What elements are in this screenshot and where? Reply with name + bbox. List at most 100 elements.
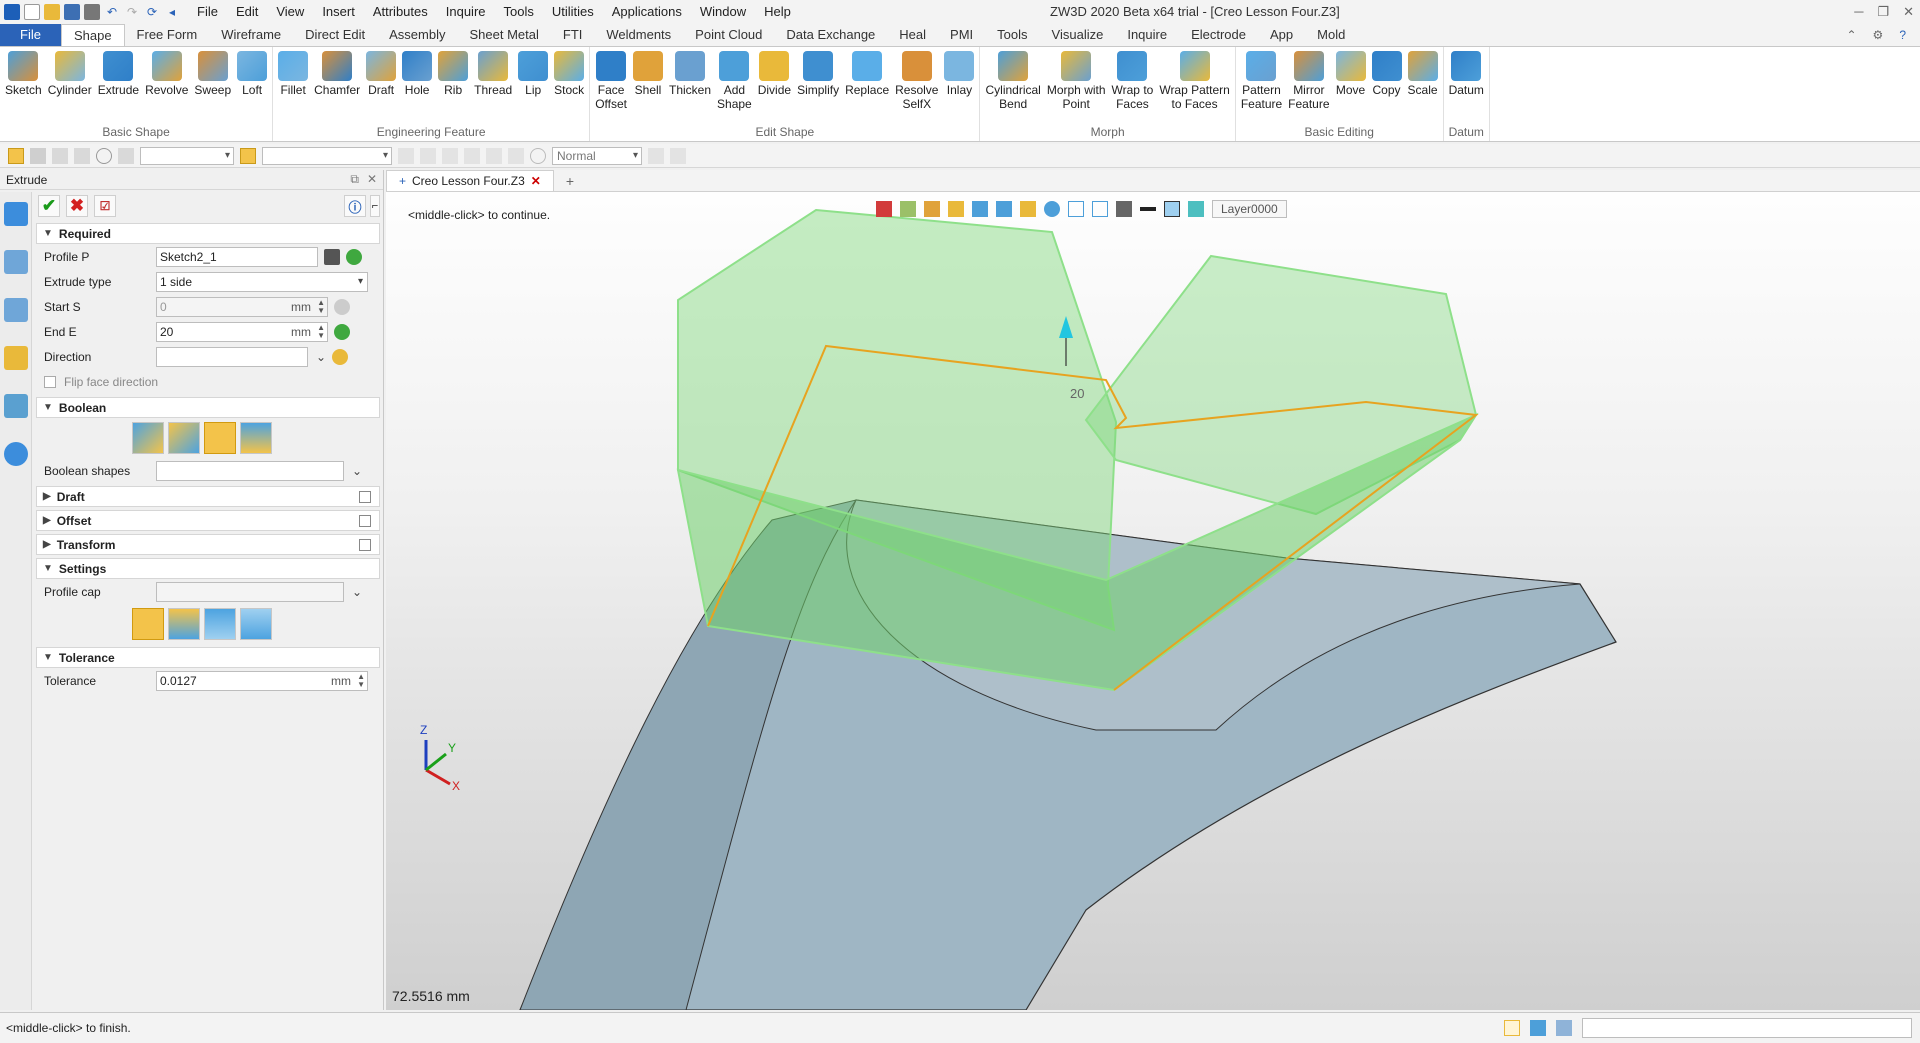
settings-gear-icon[interactable]: ⚙: [1873, 28, 1884, 42]
boolean-add-icon[interactable]: [168, 422, 200, 454]
back-arrow-icon[interactable]: ◂: [164, 4, 180, 20]
cancel-x-icon[interactable]: ✖: [66, 195, 88, 217]
open-folder-icon[interactable]: [44, 4, 60, 20]
menu-applications[interactable]: Applications: [603, 0, 691, 24]
direction-options-icon[interactable]: [332, 348, 349, 365]
tolerance-field[interactable]: 0.0127 mm ▲ ▼: [156, 670, 368, 691]
tab-electrode[interactable]: Electrode: [1179, 24, 1258, 46]
tab-sheet-metal[interactable]: Sheet Metal: [458, 24, 551, 46]
flip-checkbox[interactable]: [44, 375, 56, 388]
tab-visualize[interactable]: Visualize: [1040, 24, 1116, 46]
line-weight-icon[interactable]: [1140, 207, 1156, 211]
new-file-icon[interactable]: [24, 4, 40, 20]
boolean-intersect-icon[interactable]: [240, 422, 272, 454]
user-icon[interactable]: [4, 442, 28, 466]
transform-checkbox[interactable]: [359, 538, 371, 551]
apply-icon[interactable]: ☑: [94, 195, 116, 217]
tab-document[interactable]: + Creo Lesson Four.Z3 ✕: [386, 170, 554, 191]
undo-icon[interactable]: ↶: [104, 4, 120, 20]
menu-insert[interactable]: Insert: [313, 0, 364, 24]
orientation-icon[interactable]: [1020, 201, 1036, 217]
background-icon[interactable]: [1116, 201, 1132, 217]
part-filter-icon[interactable]: [240, 147, 256, 164]
object-filter-combo[interactable]: [262, 146, 392, 165]
tab-inquire[interactable]: Inquire: [1115, 24, 1179, 46]
display-mode-icon[interactable]: [996, 201, 1012, 217]
close-icon[interactable]: ✕: [1903, 0, 1914, 24]
cap-end-icon[interactable]: [204, 608, 236, 640]
layer-select[interactable]: Layer0000: [1212, 200, 1287, 218]
panel-close-icon[interactable]: ✕: [367, 172, 377, 187]
tab-data-exchange[interactable]: Data Exchange: [774, 24, 887, 46]
select-arrow-icon[interactable]: [8, 147, 24, 164]
snap-icon[interactable]: [30, 147, 46, 164]
section-transform[interactable]: ▶ Transform: [36, 534, 380, 555]
save-icon[interactable]: [64, 4, 80, 20]
section-required[interactable]: ▼ Required: [36, 223, 380, 244]
menu-view[interactable]: View: [267, 0, 313, 24]
history-tree-icon[interactable]: [4, 250, 28, 274]
section-draft[interactable]: ▶ Draft: [36, 486, 380, 507]
tab-point-cloud[interactable]: Point Cloud: [683, 24, 774, 46]
filter-combo[interactable]: [140, 146, 234, 165]
graphics-viewport[interactable]: 20 Z X Y + Creo Lesson Four.Z3 ✕ + <midd…: [386, 170, 1920, 1010]
profile-cap-expand-icon[interactable]: ⌄: [352, 585, 362, 599]
tab-wireframe[interactable]: Wireframe: [209, 24, 293, 46]
restore-icon[interactable]: ❐: [1877, 0, 1889, 24]
menu-file[interactable]: File: [188, 0, 227, 24]
redo-icon[interactable]: ↷: [124, 4, 140, 20]
zoom-box-icon[interactable]: [1068, 201, 1084, 217]
tab-direct-edit[interactable]: Direct Edit: [293, 24, 377, 46]
cap-both-icon[interactable]: [132, 608, 164, 640]
end-options-icon[interactable]: [334, 323, 350, 340]
circle-select-icon[interactable]: [96, 147, 112, 164]
profile-field[interactable]: Sketch2_1: [156, 246, 318, 267]
boolean-shapes-expand-icon[interactable]: ⌄: [352, 464, 362, 478]
print-icon[interactable]: [84, 4, 100, 20]
expand-panel-icon[interactable]: ⌐: [370, 195, 380, 217]
cap-none-icon[interactable]: [240, 608, 272, 640]
exit-icon[interactable]: [876, 201, 892, 217]
cap-start-icon[interactable]: [168, 608, 200, 640]
assembly-tree-icon[interactable]: [4, 298, 28, 322]
tab-fti[interactable]: FTI: [551, 24, 595, 46]
pick-filter-icon[interactable]: [118, 147, 134, 164]
part-library-icon[interactable]: [4, 346, 28, 370]
doc-tab-close-icon[interactable]: ✕: [531, 174, 541, 188]
info-icon[interactable]: ⓘ: [344, 195, 366, 217]
profile-options-icon[interactable]: [346, 248, 362, 265]
pin-icon[interactable]: ⧉: [350, 172, 359, 187]
render-mode-combo[interactable]: Normal: [552, 146, 642, 165]
menu-help[interactable]: Help: [755, 0, 800, 24]
tab-app[interactable]: App: [1258, 24, 1305, 46]
direction-expand-icon[interactable]: ⌄: [316, 350, 326, 364]
menu-attributes[interactable]: Attributes: [364, 0, 437, 24]
boolean-shapes-field[interactable]: [156, 460, 344, 481]
feature-manager-icon[interactable]: [4, 202, 28, 226]
status-view-icon[interactable]: [1504, 1020, 1520, 1036]
layers-icon[interactable]: [1188, 201, 1204, 217]
filter-icon[interactable]: [900, 201, 916, 217]
end-spinner-icon[interactable]: ▲ ▼: [317, 323, 325, 340]
offset-checkbox[interactable]: [359, 514, 371, 527]
line-filter-icon[interactable]: [52, 147, 68, 164]
menu-window[interactable]: Window: [691, 0, 755, 24]
model-scene[interactable]: 20 Z X Y: [386, 170, 1920, 1010]
tab-heal[interactable]: Heal: [887, 24, 938, 46]
new-tab-plus-icon[interactable]: +: [554, 170, 586, 191]
menu-edit[interactable]: Edit: [227, 0, 267, 24]
extrude-type-select[interactable]: 1 side ▾: [156, 271, 368, 292]
draft-checkbox[interactable]: [359, 490, 371, 503]
status-list-icon[interactable]: [1556, 1020, 1572, 1036]
tab-shape[interactable]: Shape: [60, 24, 125, 46]
tolerance-spinner-icon[interactable]: ▲ ▼: [357, 672, 365, 689]
tab-assembly[interactable]: Assembly: [377, 24, 457, 46]
cube-view-icon[interactable]: [972, 201, 988, 217]
help-icon[interactable]: ?: [1899, 28, 1906, 42]
tab-file[interactable]: File: [0, 24, 61, 46]
grid-filter-icon[interactable]: [74, 147, 90, 164]
tab-mold[interactable]: Mold: [1305, 24, 1357, 46]
menu-inquire[interactable]: Inquire: [437, 0, 495, 24]
section-view-icon[interactable]: [1092, 201, 1108, 217]
refresh-icon[interactable]: ⟳: [144, 4, 160, 20]
